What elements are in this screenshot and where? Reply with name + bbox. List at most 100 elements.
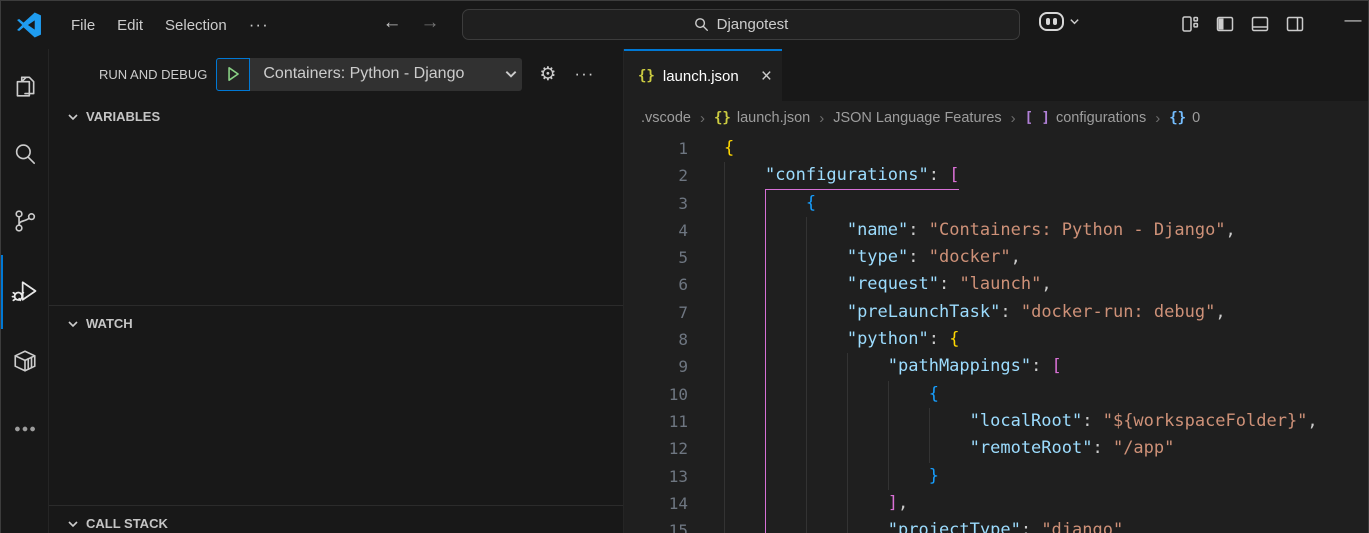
watch-section-header[interactable]: WATCH [49,306,623,341]
title-bar: File Edit Selection ··· ← → Djangotest [1,1,1368,49]
variables-body [49,134,623,305]
vscode-logo-icon [14,10,44,40]
code-line[interactable]: 3 { [624,190,1368,217]
activity-run-and-debug-icon[interactable] [1,267,49,315]
line-number[interactable]: 4 [624,217,688,244]
code-line[interactable]: 6 "request": "launch", [624,271,1368,298]
code-line[interactable]: 1{ [624,135,1368,162]
panel-header: RUN AND DEBUG Containers: Python - Djang… [49,49,623,99]
chevron-down-icon [1069,16,1080,27]
call-stack-section: CALL STACK [49,505,623,533]
line-number[interactable]: 2 [624,162,688,189]
tab-bar: {} launch.json × [624,49,1368,101]
line-number[interactable]: 6 [624,271,688,298]
indent-guide [929,408,930,463]
line-number[interactable]: 9 [624,353,688,380]
watch-body [49,341,623,505]
code-line[interactable]: 2 "configurations": [ [624,162,1368,189]
breadcrumb-item-0[interactable]: {} 0 [1169,110,1200,126]
breadcrumb-item-vscode[interactable]: .vscode [641,110,691,126]
line-number[interactable]: 13 [624,463,688,490]
chevron-down-icon [66,110,80,124]
section-label: CALL STACK [86,516,168,531]
code-line-content: { [688,190,816,217]
activity-source-control-icon[interactable] [1,197,49,245]
settings-gear-icon[interactable]: ⚙ [539,63,556,86]
command-center-search[interactable]: Djangotest [462,9,1020,40]
copilot-menu[interactable] [1039,12,1080,31]
tab-launch-json[interactable]: {} launch.json × [624,49,782,101]
breadcrumb-item-json-language-features[interactable]: JSON Language Features [833,110,1001,126]
code-line[interactable]: 11 "localRoot": "${workspaceFolder}", [624,408,1368,435]
active-indent-guide-horizontal [765,189,959,190]
start-debugging-button[interactable] [216,58,250,91]
breadcrumb-item-launch-json[interactable]: {} launch.json [714,110,810,126]
nav-forward-icon[interactable]: → [417,12,443,34]
activity-more-icon[interactable] [1,405,49,453]
line-number[interactable]: 3 [624,190,688,217]
line-number[interactable]: 11 [624,408,688,435]
menu-file[interactable]: File [60,12,106,39]
code-line-content: "request": "launch", [688,271,1052,298]
code-line-content: { [688,135,734,162]
code-line[interactable]: 12 "remoteRoot": "/app" [624,435,1368,462]
line-number[interactable]: 7 [624,299,688,326]
breadcrumb-separator: › [700,110,705,127]
code-editor[interactable]: 1{2 "configurations": [3 {4 "name": "Con… [624,135,1368,533]
code-line-content: { [688,381,939,408]
launch-configuration-value: Containers: Python - Django [263,65,504,83]
toggle-secondary-sidebar-icon[interactable] [1285,14,1305,34]
code-line-content: } [688,463,939,490]
nav-back-icon[interactable]: ← [379,12,405,34]
section-label: VARIABLES [86,109,160,124]
code-line[interactable]: 4 "name": "Containers: Python - Django", [624,217,1368,244]
code-line[interactable]: 7 "preLaunchTask": "docker-run: debug", [624,299,1368,326]
menu-selection[interactable]: Selection [154,12,238,39]
close-tab-icon[interactable]: × [761,67,772,86]
menu-edit[interactable]: Edit [106,12,154,39]
code-line[interactable]: 5 "type": "docker", [624,244,1368,271]
chevron-down-icon [66,517,80,531]
call-stack-section-header[interactable]: CALL STACK [49,506,623,533]
line-number[interactable]: 12 [624,435,688,462]
toggle-panel-icon[interactable] [1250,14,1270,34]
active-view-indicator [1,255,3,329]
code-line-content: "localRoot": "${workspaceFolder}", [688,408,1318,435]
variables-section-header[interactable]: VARIABLES [49,99,623,134]
minimize-button[interactable]: — [1341,10,1365,30]
menu-more-icon[interactable]: ··· [238,12,280,38]
toggle-primary-sidebar-icon[interactable] [1215,14,1235,34]
code-line-content: "configurations": [ [688,162,959,189]
line-number[interactable]: 15 [624,517,688,533]
code-line[interactable]: 8 "python": { [624,326,1368,353]
activity-explorer-icon[interactable] [1,62,49,110]
line-number[interactable]: 1 [624,135,688,162]
line-number[interactable]: 8 [624,326,688,353]
breadcrumb-separator: › [819,110,824,127]
breadcrumb-label: .vscode [641,110,691,126]
activity-search-icon[interactable] [1,130,49,178]
breadcrumb-label: launch.json [737,110,810,126]
tab-label: launch.json [663,68,753,85]
code-line[interactable]: 10 { [624,381,1368,408]
line-number[interactable]: 10 [624,381,688,408]
customize-layout-icon[interactable] [1180,14,1200,34]
panel-more-actions-icon[interactable]: ··· [574,64,594,84]
line-number[interactable]: 14 [624,490,688,517]
code-line[interactable]: 14 ], [624,490,1368,517]
line-number[interactable]: 5 [624,244,688,271]
watch-section: WATCH [49,305,623,505]
breadcrumb-separator: › [1011,110,1016,127]
breadcrumb-separator: › [1155,110,1160,127]
launch-configuration-select[interactable]: Containers: Python - Django [250,58,522,91]
json-file-icon: {} [714,110,731,126]
code-line[interactable]: 9 "pathMappings": [ [624,353,1368,380]
indent-guide [724,162,725,533]
activity-containers-icon[interactable] [1,337,49,385]
section-label: WATCH [86,316,133,331]
json-file-icon: {} [638,68,655,84]
breadcrumb: .vscode › {} launch.json › JSON Language… [624,101,1368,135]
code-line[interactable]: 15 "projectType": "django" [624,517,1368,533]
code-line[interactable]: 13 } [624,463,1368,490]
breadcrumb-item-configurations[interactable]: [ ] configurations [1025,110,1147,126]
